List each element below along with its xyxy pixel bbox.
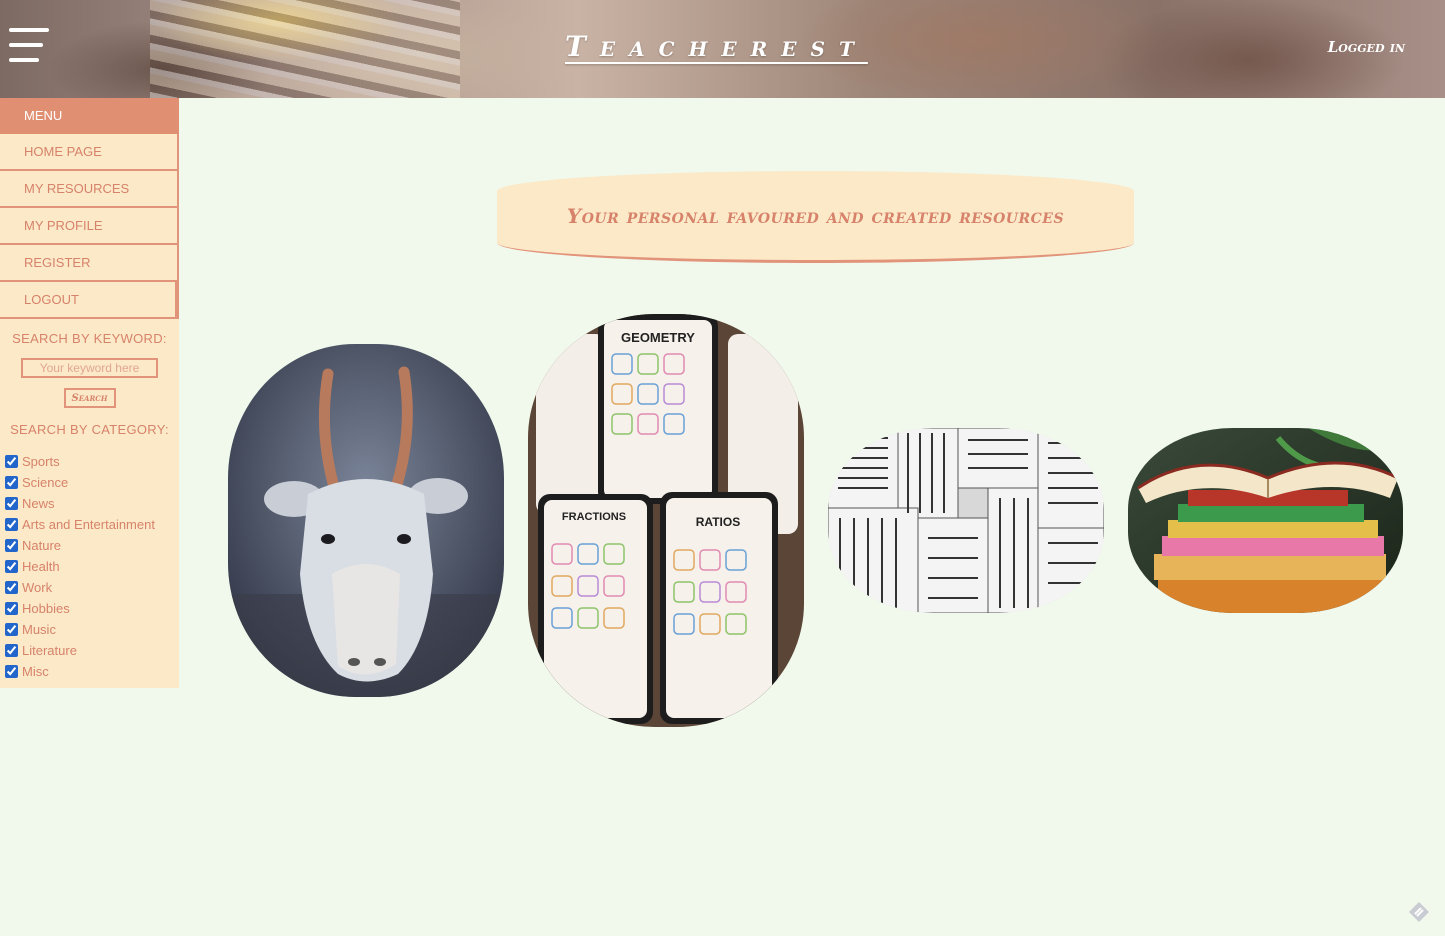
category-item[interactable]: Music (4, 619, 179, 640)
category-checkbox-arts[interactable] (5, 518, 18, 531)
category-checkbox-misc[interactable] (5, 665, 18, 678)
page-banner: Your personal favoured and created resou… (497, 171, 1134, 263)
antelope-image (228, 344, 504, 697)
category-item[interactable]: News (4, 493, 179, 514)
resource-card-book-stack[interactable] (1128, 428, 1403, 613)
category-item[interactable]: Hobbies (4, 598, 179, 619)
category-checkbox-hobbies[interactable] (5, 602, 18, 615)
category-checkbox-literature[interactable] (5, 644, 18, 657)
category-item[interactable]: Science (4, 472, 179, 493)
category-label: Literature (22, 643, 77, 658)
category-item[interactable]: Arts and Entertainment (4, 514, 179, 535)
category-checkbox-nature[interactable] (5, 539, 18, 552)
category-label: Nature (22, 538, 62, 553)
sidebar: MENU HOME PAGE MY RESOURCES MY PROFILE R… (0, 98, 179, 688)
category-label: Sports (22, 454, 60, 469)
math-vocabulary-image: GEOMETRY FRACTIONS RATIOS (528, 314, 804, 727)
category-checkbox-health[interactable] (5, 560, 18, 573)
category-checkbox-news[interactable] (5, 497, 18, 510)
bookshelf-image (828, 428, 1104, 613)
category-checkbox-work[interactable] (5, 581, 18, 594)
search-button[interactable]: Search (63, 388, 116, 408)
resource-card-antelope[interactable] (228, 344, 504, 697)
category-item[interactable]: Misc (4, 661, 179, 682)
keyword-search-input[interactable] (21, 358, 158, 378)
nav-logout[interactable]: LOGOUT (0, 282, 179, 319)
category-item[interactable]: Sports (4, 451, 179, 472)
page-title: Your personal favoured and created resou… (566, 203, 1065, 228)
category-label: Arts and Entertainment (22, 517, 155, 532)
category-checkbox-science[interactable] (5, 476, 18, 489)
category-list: Sports Science News Arts and Entertainme… (0, 451, 179, 682)
feedback-icon[interactable] (1407, 900, 1431, 924)
category-label: Work (22, 580, 53, 595)
nav-my-profile[interactable]: MY PROFILE (0, 208, 179, 245)
category-item[interactable]: Nature (4, 535, 179, 556)
search-panel: SEARCH BY KEYWORD: Search SEARCH BY CATE… (0, 319, 179, 688)
geometry-card-text: GEOMETRY (621, 330, 695, 345)
nav-home-page[interactable]: HOME PAGE (0, 134, 179, 171)
category-item[interactable]: Literature (4, 640, 179, 661)
hamburger-menu-icon[interactable] (9, 28, 49, 64)
category-label: Hobbies (22, 601, 70, 616)
nav-my-resources[interactable]: MY RESOURCES (0, 171, 179, 208)
category-label: Health (22, 559, 60, 574)
fractions-card-text: FRACTIONS (562, 511, 626, 523)
category-label: Music (22, 622, 56, 637)
category-item[interactable]: Work (4, 577, 179, 598)
nav-register[interactable]: REGISTER (0, 245, 179, 282)
resource-card-bookshelf[interactable] (828, 428, 1104, 613)
category-search-label: SEARCH BY CATEGORY: (10, 422, 169, 437)
header-background-books (150, 0, 460, 98)
site-title[interactable]: Teacherest (565, 30, 868, 63)
category-label: Misc (22, 664, 49, 679)
category-checkbox-sports[interactable] (5, 455, 18, 468)
category-item[interactable]: Health (4, 556, 179, 577)
book-stack-image (1128, 428, 1403, 613)
header-bar: Teacherest Logged in (0, 0, 1445, 98)
login-status: Logged in (1327, 38, 1405, 56)
resource-card-math-vocabulary[interactable]: GEOMETRY FRACTIONS RATIOS (528, 314, 804, 727)
ratios-card-text: RATIOS (696, 515, 740, 529)
category-label: News (22, 496, 55, 511)
menu-header: MENU (0, 98, 179, 134)
category-label: Science (22, 475, 69, 490)
keyword-search-label: SEARCH BY KEYWORD: (12, 331, 167, 346)
category-checkbox-music[interactable] (5, 623, 18, 636)
